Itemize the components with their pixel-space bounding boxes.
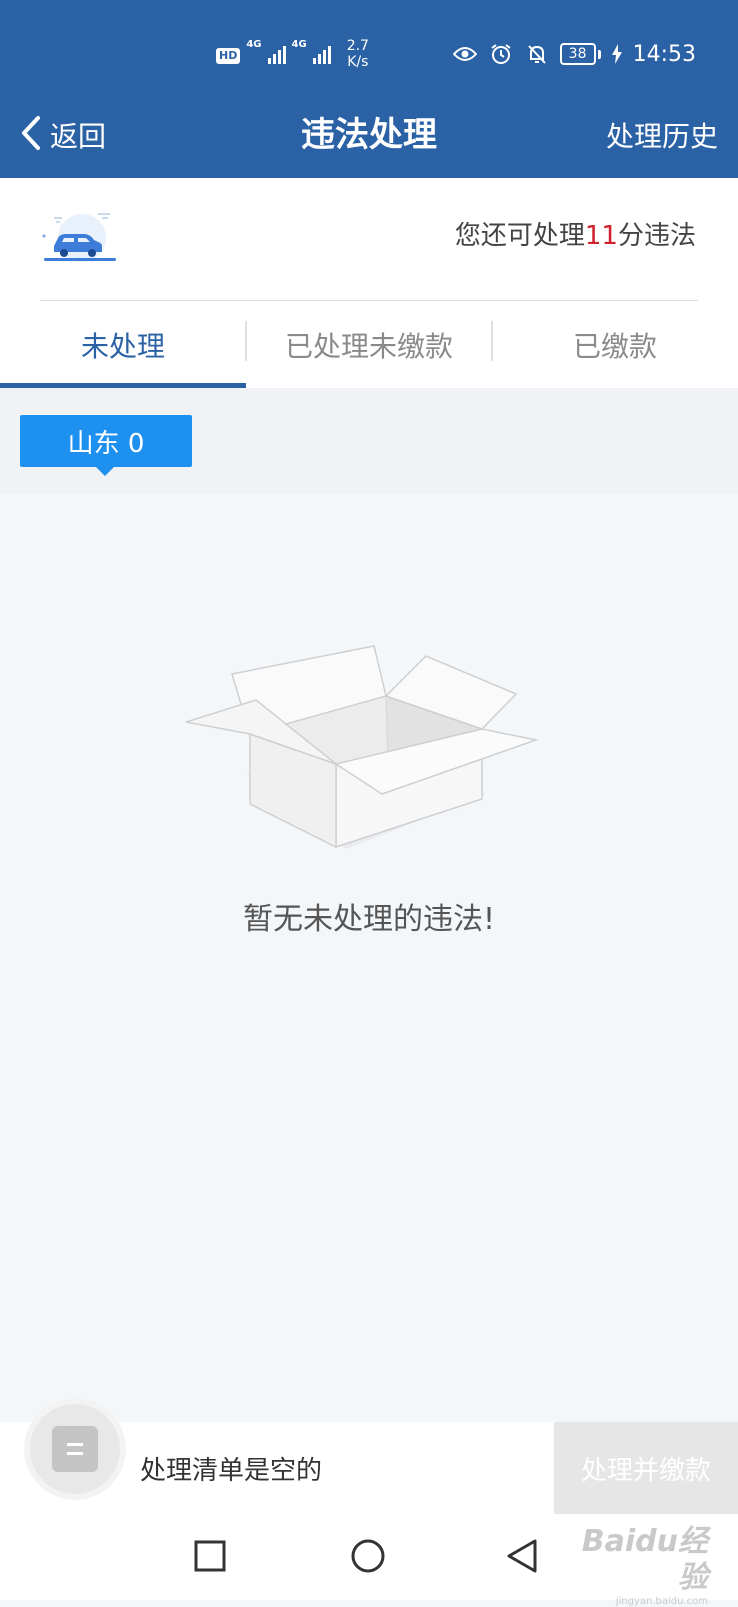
alarm-icon (488, 41, 514, 67)
process-and-pay-button[interactable]: 处理并缴款 (554, 1422, 738, 1514)
system-navigation-bar: Baidu经验 jingyan.baidu.com (0, 1514, 738, 1607)
back-label: 返回 (50, 120, 107, 153)
tab-processed-unpaid[interactable]: 已处理未缴款 (246, 301, 492, 388)
network-type-2: 4G (291, 39, 307, 50)
speed-unit: K/s (347, 54, 369, 70)
network-type-1: 4G (246, 39, 262, 50)
tab-unprocessed[interactable]: 未处理 (0, 301, 246, 388)
tab-separator (491, 321, 493, 361)
region-strip: 山东 0 (0, 388, 738, 494)
status-left-group: HD 4G 4G 2.7 K/s (216, 36, 369, 70)
circle-icon[interactable] (346, 1534, 390, 1578)
points-value: 11 (584, 221, 618, 251)
action-bar: 处理清单是空的 处理并缴款 (0, 1404, 738, 1514)
square-icon[interactable] (188, 1534, 232, 1578)
mute-bell-icon (524, 41, 550, 67)
list-icon-glyph (52, 1426, 98, 1472)
car-icon (40, 208, 120, 268)
watermark-sub: jingyan.baidu.com (615, 1596, 708, 1607)
violation-list-area: 暂无未处理的违法! (0, 494, 738, 1394)
chevron-left-icon (20, 115, 42, 155)
points-suffix: 分违法 (617, 221, 696, 251)
tab-bar: 未处理 已处理未缴款 已缴款 (0, 301, 738, 388)
battery-level: 38 (559, 43, 596, 65)
tab-separator (245, 321, 247, 361)
hd-badge: HD (216, 48, 241, 64)
status-right-group: 38 14:53 (452, 38, 696, 70)
list-icon[interactable] (30, 1404, 120, 1494)
empty-state-message: 暂无未处理的违法! (242, 902, 496, 937)
empty-box-icon (185, 634, 552, 864)
signal-strength-icon (267, 44, 286, 64)
eye-icon (452, 41, 478, 67)
summary-panel: 您还可处理11分违法 未处理 已处理未缴款 已缴款 (0, 178, 738, 388)
clock: 14:53 (632, 41, 696, 67)
status-bar: HD 4G 4G 2.7 K/s 38 14:53 (0, 0, 738, 95)
processing-list-status: 处理清单是空的 (140, 1455, 323, 1486)
signal-strength-icon-2 (312, 44, 331, 64)
points-prefix: 您还可处理 (454, 221, 585, 251)
triangle-back-icon[interactable] (500, 1534, 544, 1578)
history-button[interactable]: 处理历史 (606, 107, 718, 163)
tab-paid[interactable]: 已缴款 (492, 301, 738, 388)
region-chip-shandong[interactable]: 山东 0 (20, 415, 192, 476)
network-speed: 2.7 K/s (347, 38, 369, 70)
watermark: Baidu经验 jingyan.baidu.com (568, 1524, 708, 1607)
watermark-main: Baidu经验 (581, 1524, 708, 1595)
back-button[interactable]: 返回 (20, 107, 106, 163)
speed-value: 2.7 (346, 38, 369, 54)
charging-icon (611, 41, 623, 67)
title-bar: 返回 违法处理 处理历史 (0, 95, 738, 178)
remaining-points-text: 您还可处理11分违法 (455, 218, 696, 254)
battery-tip (597, 49, 601, 59)
battery-indicator: 38 (559, 43, 601, 65)
